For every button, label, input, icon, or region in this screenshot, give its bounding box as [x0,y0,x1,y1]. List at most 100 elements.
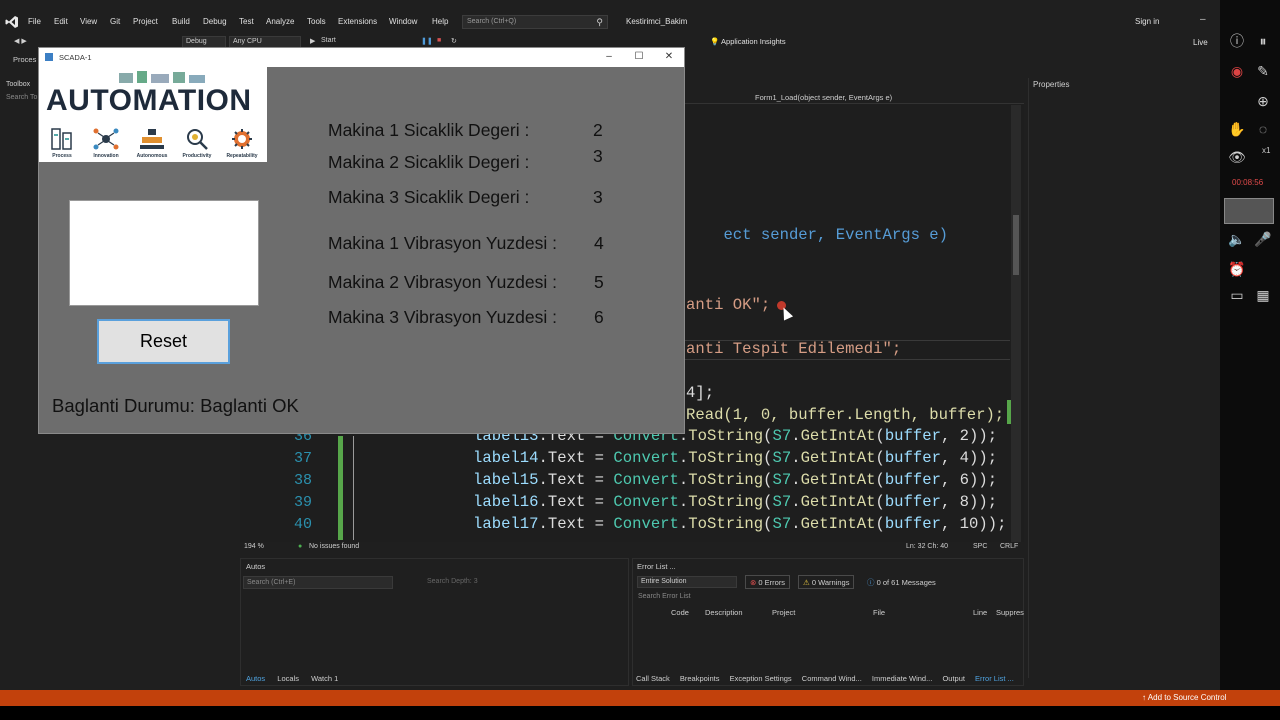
tab-call-stack[interactable]: Call Stack [636,674,670,683]
error-list-search[interactable]: Search Error List [635,592,1021,604]
minimize-icon[interactable]: – [599,51,619,62]
banner-title: AUTOMATION [46,84,252,117]
restart-icon[interactable]: ↻ [451,37,457,45]
pause-icon[interactable]: ❚❚ [421,37,433,45]
alarm-icon[interactable]: ⏰ [1228,260,1246,278]
tab-error-list[interactable]: Error List ... [975,674,1014,683]
lightbulb-icon: 💡 [710,37,720,46]
errors-filter-button[interactable]: ⊗ 0 Errors [745,575,791,589]
member-navigation-dropdown[interactable]: Form1_Load(object sender, EventArgs e) [685,90,1024,104]
menu-build[interactable]: Build [172,17,190,26]
eye-icon[interactable]: 👁 [1228,148,1246,166]
screen-icon[interactable]: ▭ [1228,286,1246,304]
reading-value-machine3-temperature: 3 [593,187,603,207]
line-number: 37 [293,450,312,467]
webcam-thumbnail[interactable] [1224,198,1274,224]
menu-git[interactable]: Git [110,17,120,26]
tab-breakpoints[interactable]: Breakpoints [680,674,720,683]
tab-command-window[interactable]: Command Wind... [802,674,862,683]
menu-help[interactable]: Help [432,17,448,26]
banner-label-autonomous: Autonomous [136,153,168,159]
layout-icon[interactable]: ▦ [1254,286,1272,304]
reading-value-machine2-temperature: 3 [593,146,603,166]
zoom-icon[interactable]: ⊕ [1254,92,1272,110]
bottom-tool-tabs: Call Stack Breakpoints Exception Setting… [636,674,1022,683]
error-scope-dropdown[interactable]: Entire Solution [637,576,737,588]
zoom-level[interactable]: 194 % [244,543,264,550]
productivity-icon [187,129,208,150]
line-number: 38 [293,472,312,489]
tab-locals[interactable]: Locals [277,674,299,683]
connection-status-label: Baglanti Durumu: Baglanti OK [52,395,299,416]
toolbox-search[interactable]: Search To [6,94,37,101]
scrollbar-thumb[interactable] [1013,215,1019,275]
reading-label-machine3-vibration: Makina 3 Vibrasyon Yuzdesi : [328,307,557,327]
menu-file[interactable]: File [28,17,41,26]
start-icon[interactable]: ▶ [310,37,315,45]
live-share-button[interactable]: Live [1193,38,1208,47]
pen-icon[interactable]: ✎ [1254,62,1272,80]
autos-search-input[interactable]: Search (Ctrl+E) [243,576,393,589]
global-search-input[interactable]: Search (Ctrl+Q) ⚲ [462,15,608,29]
warnings-filter-button[interactable]: ⚠ 0 Warnings [798,575,855,589]
hand-icon[interactable]: ✋ [1228,120,1246,138]
tab-watch-1[interactable]: Watch 1 [311,674,338,683]
minimize-icon[interactable]: – [1200,14,1206,25]
menu-project[interactable]: Project [133,17,158,26]
close-icon[interactable]: ✕ [659,51,679,62]
menu-view[interactable]: View [80,17,97,26]
reset-button[interactable]: Reset [97,319,230,364]
menu-edit[interactable]: Edit [54,17,68,26]
menu-analyze[interactable]: Analyze [266,17,294,26]
menu-extensions[interactable]: Extensions [338,17,377,26]
add-to-source-control-button[interactable]: ↑ Add to Source Control [1142,693,1227,702]
speaker-icon[interactable]: 🔈 [1228,230,1246,248]
column-suppression[interactable]: Suppres [996,608,1024,617]
info-icon[interactable]: ⓘ [1228,32,1246,50]
record-icon[interactable]: ◉ [1228,62,1246,80]
column-description[interactable]: Description [705,608,743,617]
tab-exception-settings[interactable]: Exception Settings [730,674,792,683]
stop-icon[interactable]: ■ [437,37,441,44]
column-file[interactable]: File [873,608,885,617]
messages-filter-button[interactable]: ⓘ 0 of 61 Messages [863,575,940,589]
reading-value-machine3-vibration: 6 [594,307,604,327]
check-icon: ● [298,543,303,550]
warning-icon: ⚠ [803,578,810,587]
column-code[interactable]: Code [671,608,689,617]
column-line[interactable]: Line [973,608,987,617]
microphone-icon[interactable]: 🎤 [1254,230,1272,248]
error-icon: ⊗ [750,578,757,587]
spotlight-icon[interactable]: ◌ [1254,120,1272,138]
menu-window[interactable]: Window [389,17,417,26]
start-button[interactable]: Start [321,37,336,44]
back-forward-icon[interactable]: ◀ ▶ [14,37,27,45]
search-depth-label: Search Depth: [427,578,472,585]
menu-test[interactable]: Test [239,17,254,26]
autos-search-placeholder: Search (Ctrl+E) [247,579,296,586]
maximize-icon[interactable]: ☐ [629,51,649,62]
menu-tools[interactable]: Tools [307,17,326,26]
reading-label-machine2-vibration: Makina 2 Vibrasyon Yuzdesi : [328,272,557,292]
scada-title-bar[interactable]: SCADA-1 – ☐ ✕ [39,48,684,67]
column-project[interactable]: Project [772,608,795,617]
indent-guide [353,436,354,540]
sign-in-link[interactable]: Sign in [1135,17,1159,26]
whitespace-mode: SPC [973,543,988,550]
editor-scrollbar[interactable] [1011,105,1021,542]
toolbox-title[interactable]: Toolbox [6,81,30,88]
issues-status[interactable]: No issues found [309,543,359,550]
code-fragment-b: anti OK"; [686,296,771,314]
application-insights-button[interactable]: 💡 Application Insights [710,37,786,46]
tab-output[interactable]: Output [942,674,965,683]
pause-recording-icon[interactable]: ⏸ [1254,32,1272,50]
tab-autos[interactable]: Autos [246,674,265,683]
scada-window: SCADA-1 – ☐ ✕ AUTOMATION Process Innovat… [38,47,685,434]
properties-title: Properties [1033,80,1070,89]
reading-value-machine2-vibration: 5 [594,272,604,292]
tab-immediate-window[interactable]: Immediate Wind... [872,674,932,683]
search-depth[interactable]: Search Depth: 3 [427,578,478,585]
menu-debug[interactable]: Debug [203,17,227,26]
screen-recorder-toolbar: ⓘ ⏸ ◉ ✎ ⊕ ✋ ◌ 👁 x1 00:08:56 🔈 🎤 ⏰ ▭ ▦ [1220,0,1280,690]
repeatability-icon [232,129,252,149]
